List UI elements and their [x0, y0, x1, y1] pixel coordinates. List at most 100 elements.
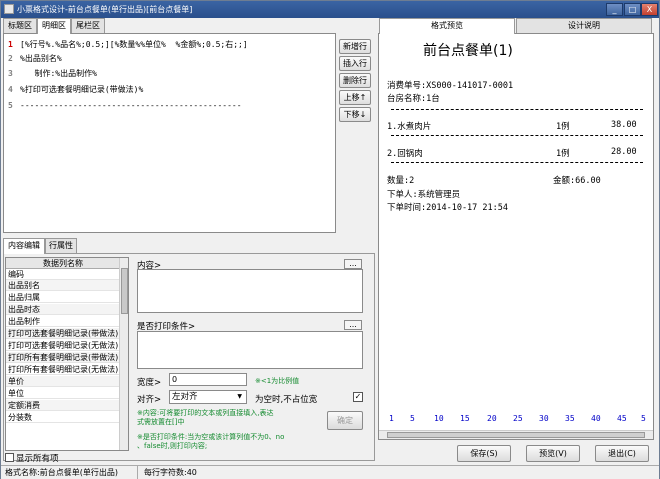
- ruler-tick: 40: [591, 414, 601, 423]
- tab-line-properties[interactable]: 行属性: [45, 238, 77, 253]
- editor-line[interactable]: 3 制作:%出品制作%: [8, 68, 97, 80]
- receipt-item-qty: 1例: [556, 122, 570, 132]
- ruler-tick: 45: [617, 414, 627, 423]
- list-item[interactable]: 定额消费: [6, 400, 120, 411]
- line-number: 2: [8, 54, 13, 63]
- field-list-scrollbar[interactable]: [119, 258, 128, 450]
- line-number: 1: [8, 40, 13, 49]
- preview-tabs: 格式预览 设计说明: [379, 18, 659, 34]
- ruler-tick: 5: [641, 414, 646, 423]
- align-label: 对齐>: [137, 395, 162, 405]
- list-item[interactable]: 出品制作: [6, 316, 120, 327]
- title-bar: 小票格式设计-前台点餐单(单行出品)[前台点餐单] _ □ X: [1, 1, 659, 18]
- divider: [391, 162, 643, 163]
- editor-line[interactable]: 2 %出品别名%: [8, 53, 62, 65]
- save-button[interactable]: 保存(S): [457, 445, 511, 462]
- column-ruler: 1 5 10 15 20 25 30 35 40 45 5: [387, 414, 649, 426]
- chevron-down-icon: ▼: [237, 393, 242, 400]
- scrollbar-thumb[interactable]: [387, 432, 645, 438]
- list-item[interactable]: 单价: [6, 376, 120, 387]
- editor-line[interactable]: 5 ---------------------------------------…: [8, 100, 242, 112]
- move-down-button[interactable]: 下移↓: [339, 107, 371, 122]
- receipt-order-no: 消费单号:XS000-141017-0001: [387, 81, 514, 91]
- close-button[interactable]: X: [641, 3, 658, 16]
- list-item[interactable]: 单位: [6, 388, 120, 399]
- receipt-count: 数量:2: [387, 176, 415, 186]
- list-item[interactable]: 编码: [6, 269, 120, 280]
- show-all-checkbox[interactable]: [5, 453, 14, 462]
- minimize-button[interactable]: _: [606, 3, 623, 16]
- editor-line[interactable]: 4 %打印可选套餐明细记录(带做法)%: [8, 84, 143, 96]
- app-icon: [4, 4, 14, 14]
- ruler-tick: 15: [460, 414, 470, 423]
- receipt-item-amount: 38.00: [611, 120, 637, 130]
- field-list[interactable]: 数据列名称 编码 出品别名 出品归属 出品时态 出品制作 打印可选套餐明细记录(…: [5, 257, 129, 451]
- line-text: %打印可选套餐明细记录(带做法)%: [20, 85, 144, 94]
- receipt-orderer: 下单人:系统管理员: [387, 190, 461, 200]
- width-hint: ※<1为比例值: [255, 377, 300, 385]
- status-bar: 格式名称:前台点餐单(单行出品) 每行字符数:40: [1, 465, 659, 479]
- receipt-total: 金额:66.00: [553, 176, 601, 186]
- line-number: 4: [8, 85, 13, 94]
- insert-line-button[interactable]: 插入行: [339, 56, 371, 71]
- add-line-button[interactable]: 新增行: [339, 39, 371, 54]
- list-item[interactable]: 分装数: [6, 412, 120, 423]
- main-window: 小票格式设计-前台点餐单(单行出品)[前台点餐单] _ □ X 标题区 明细区 …: [0, 0, 660, 479]
- width-label: 宽度>: [137, 378, 162, 388]
- list-item[interactable]: 打印所有套餐明细记录(无做法): [6, 364, 120, 375]
- list-item[interactable]: 出品时态: [6, 304, 120, 315]
- delete-line-button[interactable]: 删除行: [339, 73, 371, 88]
- receipt-item-amount: 28.00: [611, 147, 637, 157]
- window-title: 小票格式设计-前台点餐单(单行出品)[前台点餐单]: [17, 5, 193, 14]
- tab-header-area[interactable]: 标题区: [3, 18, 37, 33]
- tab-content-edit[interactable]: 内容编辑: [3, 238, 45, 254]
- condition-input[interactable]: [137, 331, 363, 369]
- ruler-tick: 1: [389, 414, 394, 423]
- content-input[interactable]: [137, 269, 363, 313]
- field-list-header: 数据列名称: [6, 258, 120, 269]
- receipt-table-name: 台房名称:1台: [387, 94, 440, 104]
- region-tabs: 标题区 明细区 尾栏区: [3, 18, 123, 34]
- condition-note-line-1: ※是否打印条件:当为空或该计算列值不为0、no: [137, 433, 285, 441]
- ruler-tick: 10: [434, 414, 444, 423]
- align-select-value: 左对齐: [172, 392, 198, 402]
- receipt-item-name: 2.回锅肉: [387, 149, 423, 159]
- list-item[interactable]: 出品归属: [6, 292, 120, 303]
- ruler-tick: 25: [513, 414, 523, 423]
- list-item[interactable]: 打印可选套餐明细记录(带做法): [6, 328, 120, 339]
- width-input[interactable]: 0: [169, 373, 247, 386]
- line-text: [%行号%.%品名%;0.5;][%数量%%单位% %金额%;0.5;右;;]: [20, 40, 248, 49]
- line-number: 5: [8, 101, 13, 110]
- condition-expand-button[interactable]: ...: [344, 320, 362, 330]
- divider: [391, 109, 643, 110]
- status-chars-per-line: 每行字符数:40: [137, 466, 197, 479]
- ruler-tick: 35: [565, 414, 575, 423]
- empty-no-space-checkbox[interactable]: ✓: [353, 392, 363, 402]
- content-expand-button[interactable]: ...: [344, 259, 362, 269]
- condition-note-line-2: 、false时,则打印内容;: [137, 442, 208, 450]
- scrollbar-thumb[interactable]: [121, 268, 128, 314]
- line-text: ----------------------------------------…: [20, 101, 242, 110]
- editor-line[interactable]: 1 [%行号%.%品名%;0.5;][%数量%%单位% %金额%;0.5;右;;]: [8, 39, 248, 51]
- list-item[interactable]: 出品别名: [6, 280, 120, 291]
- preview-button[interactable]: 预览(V): [526, 445, 580, 462]
- exit-button[interactable]: 退出(C): [595, 445, 649, 462]
- tab-design-notes[interactable]: 设计说明: [516, 18, 652, 33]
- receipt-item-name: 1.水煮肉片: [387, 122, 432, 132]
- tab-format-preview[interactable]: 格式预览: [379, 18, 515, 34]
- empty-no-space-label: 为空时,不占位宽: [255, 395, 318, 405]
- move-up-button[interactable]: 上移↑: [339, 90, 371, 105]
- maximize-button[interactable]: □: [624, 3, 641, 16]
- content-tabs: 内容编辑 行属性: [3, 238, 93, 254]
- ruler-tick: 30: [539, 414, 549, 423]
- ruler-tick: 5: [410, 414, 415, 423]
- list-item[interactable]: 打印可选套餐明细记录(无做法): [6, 340, 120, 351]
- format-editor[interactable]: 1 [%行号%.%品名%;0.5;][%数量%%单位% %金额%;0.5;右;;]…: [3, 33, 336, 233]
- preview-hscrollbar[interactable]: [379, 430, 653, 439]
- tab-footer-area[interactable]: 尾栏区: [71, 18, 105, 33]
- content-note-line-1: ※内容:可将要打印的文本或列直接填入,表达: [137, 409, 274, 417]
- list-item[interactable]: 打印所有套餐明细记录(带做法): [6, 352, 120, 363]
- tab-detail-area[interactable]: 明细区: [37, 18, 71, 34]
- confirm-button[interactable]: 确定: [327, 411, 363, 430]
- align-select[interactable]: 左对齐 ▼: [169, 390, 247, 404]
